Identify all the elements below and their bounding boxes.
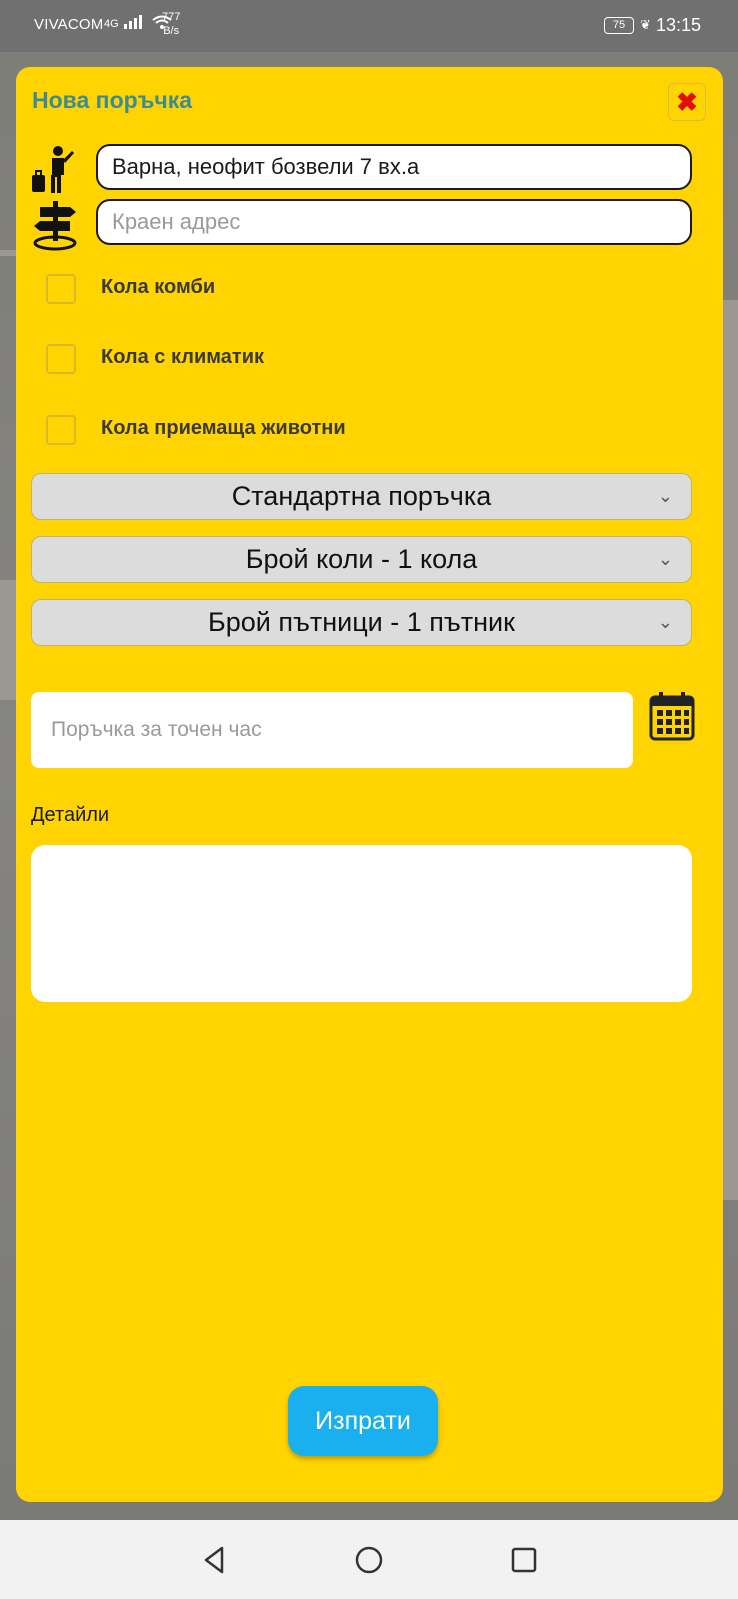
select-value: Брой пътници - 1 пътник — [208, 607, 515, 637]
close-button[interactable]: ✖ — [668, 83, 706, 121]
option-label: Кола с климатик — [101, 346, 264, 368]
recents-square-icon[interactable] — [506, 1542, 542, 1578]
map-road — [722, 300, 738, 1200]
battery-icon: 75 — [604, 17, 634, 34]
checkbox[interactable] — [46, 344, 76, 374]
home-circle-icon[interactable] — [351, 1542, 387, 1578]
option-label: Кола приемаща животни — [101, 417, 346, 439]
details-textarea[interactable] — [31, 845, 692, 1002]
signpost-icon — [33, 201, 77, 251]
system-navigation-bar — [0, 1520, 738, 1599]
calendar-icon[interactable] — [649, 691, 695, 741]
hitchhiker-with-luggage-icon — [32, 146, 74, 193]
close-icon: ✖ — [676, 87, 698, 117]
speed-value: 777 — [162, 11, 181, 23]
pickup-address-input[interactable]: Варна, неофит бозвели 7 вх.а — [96, 144, 692, 190]
order-type-select[interactable]: Стандартна поръчка ⌄ — [31, 473, 692, 520]
option-label: Кола комби — [101, 276, 216, 298]
back-triangle-icon[interactable] — [196, 1542, 232, 1578]
details-label: Детайли — [31, 804, 110, 826]
network-type: 4G — [104, 18, 119, 30]
dialog-title: Нова поръчка — [32, 87, 193, 113]
car-count-select[interactable]: Брой коли - 1 кола ⌄ — [31, 536, 692, 583]
signal-bars-icon — [123, 15, 142, 29]
chevron-down-icon: ⌄ — [657, 486, 673, 506]
carrier-name: VIVACOM — [34, 16, 104, 33]
chevron-down-icon: ⌄ — [657, 549, 673, 569]
select-value: Стандартна поръчка — [231, 481, 492, 511]
status-bar: VIVACOM 4G 777 B/s 75 ❦ 13:15 — [0, 0, 738, 52]
select-value: Брой коли - 1 кола — [245, 544, 478, 574]
new-order-dialog: Нова поръчка ✖ Варна, неофит бозвели 7 в… — [16, 67, 723, 1502]
scheduled-time-input[interactable]: Поръчка за точен час — [31, 692, 633, 768]
speed-unit: B/s — [163, 25, 180, 37]
leaf-icon: ❦ — [640, 17, 651, 32]
chevron-down-icon: ⌄ — [657, 612, 673, 632]
send-button[interactable]: Изпрати — [288, 1386, 438, 1456]
passenger-count-select[interactable]: Брой пътници - 1 пътник ⌄ — [31, 599, 692, 646]
checkbox[interactable] — [46, 274, 76, 304]
checkbox[interactable] — [46, 415, 76, 445]
network-speed: 777 B/s — [162, 10, 180, 38]
map-road — [0, 580, 16, 700]
destination-address-input[interactable]: Краен адрес — [96, 199, 692, 245]
clock: 13:15 — [656, 15, 702, 35]
